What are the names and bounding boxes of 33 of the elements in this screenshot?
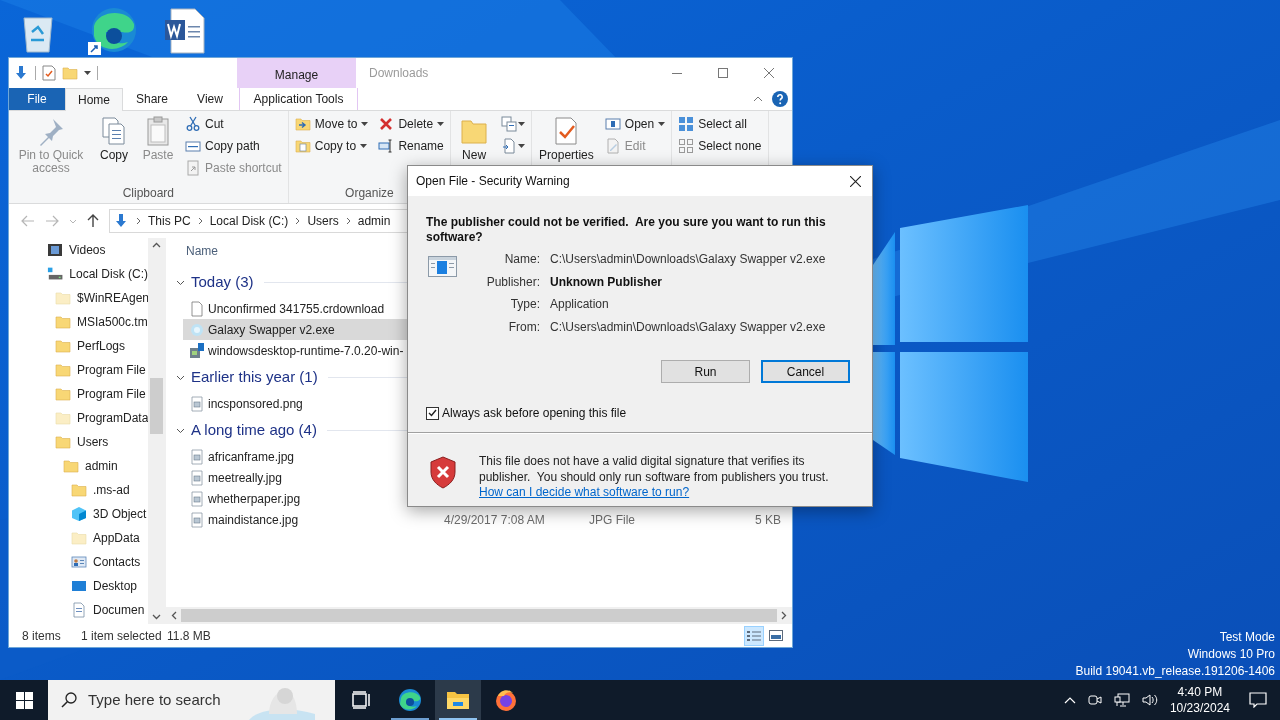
file-size: 5 KB [755, 511, 782, 529]
warning-heading: The publisher could not be verified. Are you sure you want to run this software? [426, 215, 827, 245]
file-date: 4/29/2017 7:08 AM [444, 511, 546, 529]
watermark-text: Test Mode [1219, 629, 1275, 646]
field-label: From: [507, 318, 540, 336]
status-text: 11.8 MB [167, 627, 211, 645]
field-value: C:\Users\admin\Downloads\Galaxy Swapper v2.exe [550, 318, 826, 336]
status-text: 1 item selected [81, 627, 163, 645]
file-name: Unconfirmed 341755.crdownload [208, 300, 386, 318]
checkbox-label: Always ask before opening this file [442, 405, 627, 422]
file-name: Galaxy Swapper v2.exe [208, 321, 336, 339]
field-value: Application [550, 296, 610, 313]
file-type: JPG File [589, 511, 635, 529]
file-name: windowsdesktop-runtime-7.0.20-win- [208, 342, 405, 360]
warning-text: This file does not have a valid digital signature that verifies its publisher. You should only run software from publishers you trust. How can I decide what software to run? [479, 454, 830, 501]
status-text: 8 items [22, 627, 62, 645]
group-label: Organize [344, 185, 395, 202]
file-name: maindistance.jpg [208, 511, 300, 529]
window-title: Downloads [368, 65, 429, 82]
watermark-text: Windows 10 Pro [1187, 646, 1275, 663]
field-value: C:\Users\admin\Downloads\Galaxy Swapper v2.exe [550, 251, 826, 268]
file-name: whetherpaper.jpg [208, 490, 302, 508]
group-label: Clipboard [121, 185, 176, 202]
dialog-title: Open File - Security Warning [416, 173, 570, 190]
watermark-text: Build 19041.vb_release.191206-1406 [1075, 663, 1275, 680]
file-name: meetreally.jpg [208, 469, 283, 487]
context-tab-header: Manage [237, 58, 356, 88]
file-name: incsponsored.png [208, 395, 304, 413]
field-label: Type: [509, 296, 540, 313]
field-value: Unknown Publisher [550, 273, 663, 291]
field-label: Publisher: [485, 273, 540, 291]
field-label: Name: [503, 251, 540, 268]
file-name: africanframe.jpg [208, 448, 296, 466]
